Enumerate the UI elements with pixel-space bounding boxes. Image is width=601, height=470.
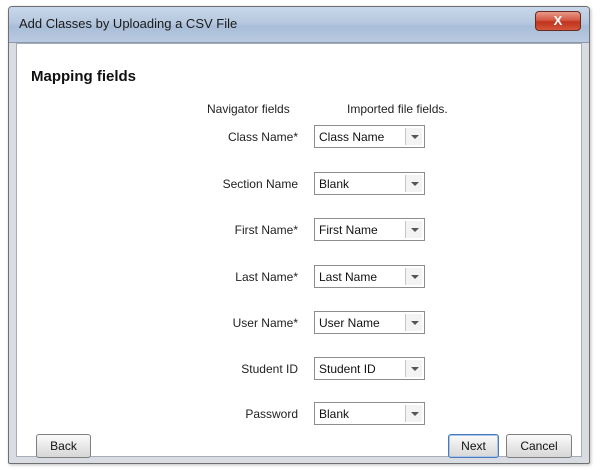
student-id-select[interactable]: Student ID [314,357,425,380]
cancel-button[interactable]: Cancel [506,434,572,458]
close-icon: X [553,13,563,28]
password-label: Password [245,407,298,421]
section-name-select-value: Blank [319,177,350,191]
close-button[interactable]: X [535,11,581,31]
dialog-title: Add Classes by Uploading a CSV File [19,16,238,31]
navigator-fields-header: Navigator fields [207,102,290,116]
class-name-select-value: Class Name [319,130,385,144]
chevron-down-icon[interactable] [405,405,422,422]
section-name-select[interactable]: Blank [314,172,425,195]
first-name-select[interactable]: First Name [314,218,425,241]
dialog-content: Mapping fields Navigator fields Imported… [16,43,582,458]
password-select-value: Blank [319,407,350,421]
chevron-down-icon[interactable] [405,221,422,238]
chevron-down-icon[interactable] [405,175,422,192]
mapping-fields-heading: Mapping fields [31,68,136,85]
dialog-window: Add Classes by Uploading a CSV File X Ma… [8,6,590,464]
imported-fields-header: Imported file fields. [347,102,448,116]
class-name-select[interactable]: Class Name [314,125,425,148]
section-name-label: Section Name [222,177,298,191]
chevron-down-icon[interactable] [405,128,422,145]
next-button[interactable]: Next [448,434,499,458]
last-name-select-value: Last Name [319,270,378,284]
first-name-label: First Name* [234,223,298,237]
title-bar[interactable]: Add Classes by Uploading a CSV File X [9,7,589,43]
password-select[interactable]: Blank [314,402,425,425]
last-name-label: Last Name* [235,270,298,284]
user-name-label: User Name* [232,316,298,330]
chevron-down-icon[interactable] [405,360,422,377]
user-name-select[interactable]: User Name [314,311,425,334]
user-name-select-value: User Name [319,316,380,330]
class-name-label: Class Name* [227,130,298,144]
chevron-down-icon[interactable] [405,314,422,331]
student-id-select-value: Student ID [319,362,376,376]
chevron-down-icon[interactable] [405,268,422,285]
last-name-select[interactable]: Last Name [314,265,425,288]
student-id-label: Student ID [241,362,298,376]
back-button[interactable]: Back [36,434,91,458]
first-name-select-value: First Name [319,223,378,237]
